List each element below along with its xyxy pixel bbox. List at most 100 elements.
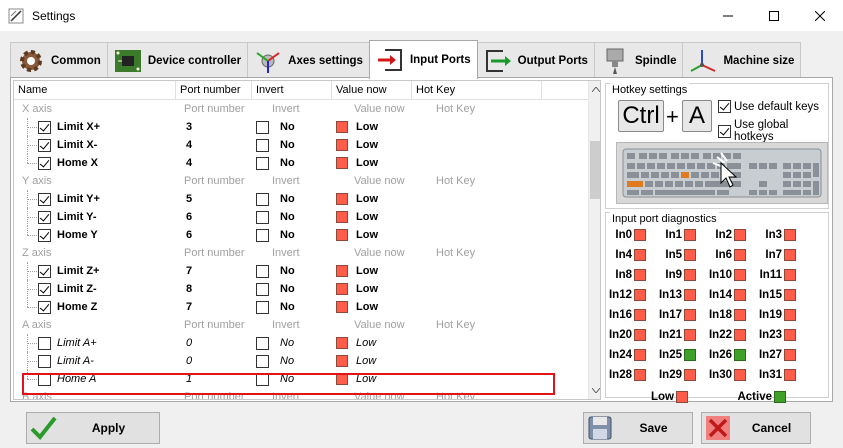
input-port-row[interactable]: Limit Z+ 7 No Low <box>14 262 588 280</box>
tab-common[interactable]: Common <box>10 42 108 78</box>
enable-checkbox[interactable] <box>38 354 51 368</box>
port-number[interactable]: 4 <box>176 154 252 172</box>
enable-checkbox[interactable] <box>38 336 51 350</box>
value-now-cell: Low <box>332 208 412 226</box>
group-invert-caption: Invert <box>272 319 300 331</box>
input-port-row[interactable]: Limit X- 4 No Low <box>14 136 588 154</box>
tab-input-ports[interactable]: Input Ports <box>368 40 478 79</box>
hotkey-cell[interactable] <box>412 370 542 388</box>
input-port-row[interactable]: Home X 4 No Low <box>14 154 588 172</box>
enable-checkbox[interactable] <box>38 264 51 278</box>
column-header-port[interactable]: Port number <box>176 81 252 100</box>
hotkey-cell[interactable] <box>412 190 542 208</box>
hotkey-cell[interactable] <box>412 154 542 172</box>
input-port-row[interactable]: Limit A+ 0 No Low <box>14 334 588 352</box>
hotkey-cell[interactable] <box>412 226 542 244</box>
input-port-row[interactable]: Limit X+ 3 No Low <box>14 118 588 136</box>
port-number[interactable]: 1 <box>176 370 252 388</box>
hotkey-cell[interactable] <box>412 298 542 316</box>
enable-checkbox[interactable] <box>38 156 51 170</box>
cancel-button[interactable]: Cancel <box>701 412 811 444</box>
invert-checkbox[interactable] <box>256 354 269 368</box>
use-global-hotkeys-checkbox[interactable] <box>718 124 731 138</box>
port-number[interactable]: 7 <box>176 298 252 316</box>
invert-cell: No <box>252 226 332 244</box>
invert-checkbox[interactable] <box>256 228 269 242</box>
invert-checkbox[interactable] <box>256 264 269 278</box>
enable-checkbox[interactable] <box>38 120 51 134</box>
save-button[interactable]: Save <box>583 412 693 444</box>
invert-checkbox[interactable] <box>256 282 269 296</box>
port-number[interactable]: 0 <box>176 334 252 352</box>
hotkey-cell[interactable] <box>412 118 542 136</box>
column-header-hotkey[interactable]: Hot Key <box>412 81 542 100</box>
hotkey-cell[interactable] <box>412 352 542 370</box>
input-port-row[interactable]: Limit Y+ 5 No Low <box>14 190 588 208</box>
hotkey-cell[interactable] <box>412 208 542 226</box>
invert-checkbox[interactable] <box>256 192 269 206</box>
enable-checkbox[interactable] <box>38 192 51 206</box>
scroll-down-icon[interactable] <box>589 382 600 399</box>
port-indicator-led <box>684 349 696 361</box>
grid-vertical-scrollbar[interactable] <box>588 81 600 399</box>
minimize-button[interactable] <box>705 0 751 31</box>
spindle-icon <box>599 46 631 76</box>
use-default-keys-option[interactable]: Use default keys <box>718 100 819 113</box>
input-port-row[interactable]: Limit Y- 6 No Low <box>14 208 588 226</box>
tab-machine-size[interactable]: Machine size <box>682 42 802 78</box>
use-global-hotkeys-option[interactable]: Use global hotkeys <box>718 119 828 143</box>
hotkey-cell[interactable] <box>412 334 542 352</box>
invert-checkbox[interactable] <box>256 372 269 386</box>
invert-checkbox[interactable] <box>256 138 269 152</box>
port-name-cell: Limit X- <box>14 136 176 154</box>
invert-checkbox[interactable] <box>256 210 269 224</box>
input-port-row[interactable]: Home Y 6 No Low <box>14 226 588 244</box>
port-number[interactable]: 8 <box>176 280 252 298</box>
tab-axes-settings[interactable]: Axes settings <box>247 42 370 78</box>
port-number[interactable]: 7 <box>176 262 252 280</box>
input-port-row[interactable]: Home Z 7 No Low <box>14 298 588 316</box>
use-default-keys-checkbox[interactable] <box>718 100 731 113</box>
tab-spindle[interactable]: Spindle <box>593 42 684 78</box>
column-header-invert[interactable]: Invert <box>252 81 332 100</box>
close-window-button[interactable] <box>797 0 843 31</box>
invert-checkbox[interactable] <box>256 336 269 350</box>
port-number[interactable]: 6 <box>176 208 252 226</box>
hotkey-cell[interactable] <box>412 136 542 154</box>
port-indicator: In4 <box>610 245 648 265</box>
port-number[interactable]: 6 <box>176 226 252 244</box>
group-port-caption: Port number <box>184 319 245 331</box>
column-header-value[interactable]: Value now <box>332 81 412 100</box>
enable-checkbox[interactable] <box>38 372 51 386</box>
hotkey-cell[interactable] <box>412 280 542 298</box>
port-indicator-led <box>734 269 746 281</box>
enable-checkbox[interactable] <box>38 300 51 314</box>
tab-output-ports[interactable]: Output Ports <box>476 42 595 78</box>
enable-checkbox[interactable] <box>38 138 51 152</box>
port-name: Home Y <box>57 229 98 241</box>
scroll-up-icon[interactable] <box>589 81 600 98</box>
legend-low-led <box>676 391 688 403</box>
input-port-row[interactable]: Limit A- 0 No Low <box>14 352 588 370</box>
tab-device-controller[interactable]: Device controller <box>106 42 249 78</box>
input-port-row[interactable]: Home A 1 No Low <box>14 370 588 388</box>
input-port-row[interactable]: Limit Z- 8 No Low <box>14 280 588 298</box>
port-number[interactable]: 3 <box>176 118 252 136</box>
apply-button[interactable]: Apply <box>26 412 160 444</box>
enable-checkbox[interactable] <box>38 228 51 242</box>
hotkey-cell[interactable] <box>412 262 542 280</box>
invert-checkbox[interactable] <box>256 156 269 170</box>
port-number[interactable]: 4 <box>176 136 252 154</box>
maximize-button[interactable] <box>751 0 797 31</box>
enable-checkbox[interactable] <box>38 282 51 296</box>
group-value-caption: Value now <box>354 247 405 259</box>
invert-checkbox[interactable] <box>256 120 269 134</box>
invert-checkbox[interactable] <box>256 300 269 314</box>
column-header-name[interactable]: Name <box>14 81 176 100</box>
scroll-thumb[interactable] <box>590 141 600 199</box>
invert-cell: No <box>252 298 332 316</box>
input-port-diagnostics-group: Input port diagnostics In0 In1 In2 In3 In4 In… <box>605 212 829 403</box>
port-number[interactable]: 0 <box>176 352 252 370</box>
port-number[interactable]: 5 <box>176 190 252 208</box>
enable-checkbox[interactable] <box>38 210 51 224</box>
